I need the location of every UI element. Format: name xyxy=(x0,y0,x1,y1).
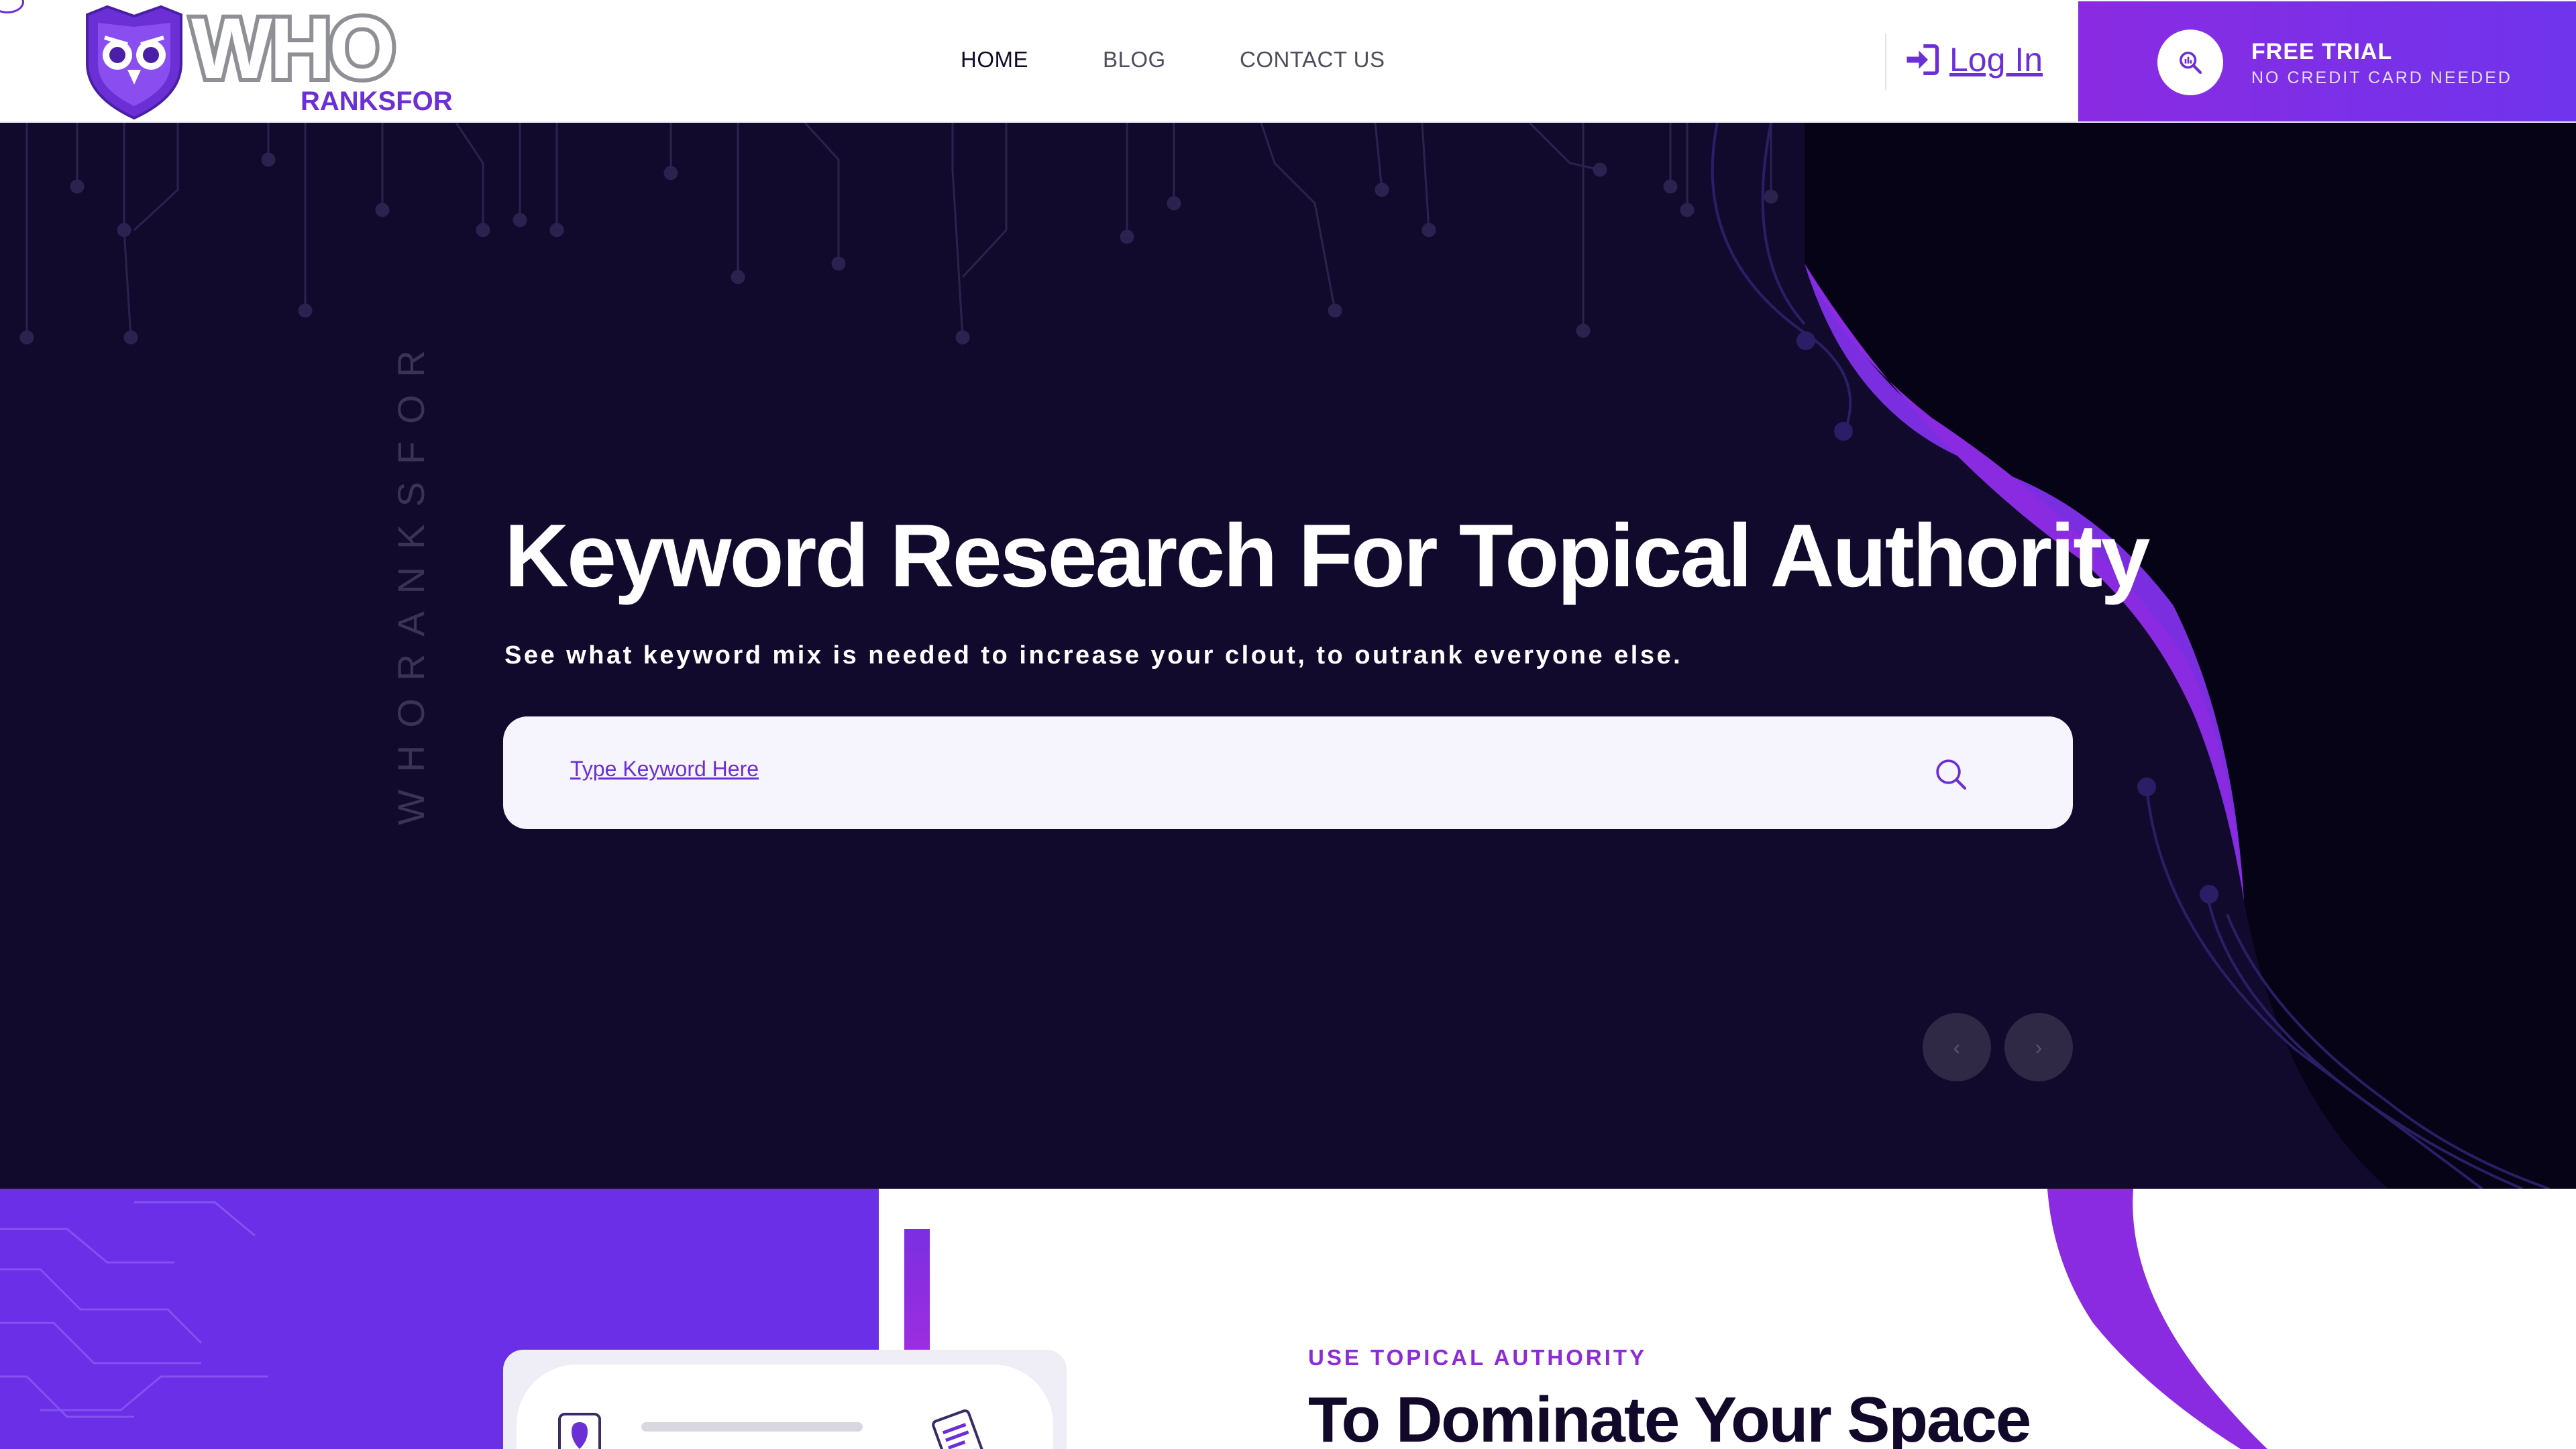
logo[interactable]: WHO WHO RANKSFOR xyxy=(80,3,476,121)
alert-badge-icon xyxy=(558,1413,601,1449)
carousel-prev-button[interactable]: ‹ xyxy=(1923,1013,1991,1081)
hero-section: WHORANKSFOR Keyword Research For Topical… xyxy=(0,123,2576,1189)
trial-subtitle: NO CREDIT CARD NEEDED xyxy=(2251,68,2512,87)
section-eyebrow: USE TOPICAL AUTHORITY xyxy=(1308,1345,1648,1370)
svg-text:WHO: WHO xyxy=(191,3,393,97)
illustration-card xyxy=(503,1350,1067,1449)
login-link[interactable]: Log In xyxy=(1904,40,2043,79)
carousel-next-button[interactable]: › xyxy=(2004,1013,2073,1081)
logo-subtext: RANKSFOR xyxy=(301,87,453,116)
document-pencil-icon xyxy=(932,1409,984,1449)
nav-divider xyxy=(1885,34,1886,90)
nav-item-blog[interactable]: BLOG xyxy=(1103,47,1166,72)
magnifier-chart-icon xyxy=(2180,52,2202,74)
hero-subtitle: See what keyword mix is needed to increa… xyxy=(504,641,1683,669)
login-label[interactable]: Log In xyxy=(1949,40,2043,79)
illustration-card-inner xyxy=(517,1364,1053,1449)
corner-ring-decoration xyxy=(0,0,24,13)
trial-title: FREE TRIAL xyxy=(2251,39,2393,64)
trial-icon-circle xyxy=(2157,30,2223,95)
accent-bar xyxy=(904,1229,930,1350)
owl-shield-icon xyxy=(86,5,182,120)
search-icon[interactable] xyxy=(1932,755,1970,793)
chevron-right-icon: › xyxy=(2035,1034,2043,1059)
section-title: To Dominate Your Space xyxy=(1308,1384,2031,1449)
hero-title: Keyword Research For Topical Authority xyxy=(504,506,2150,606)
site-header: WHO WHO RANKSFOR HOME BLOG CONTACT US Lo… xyxy=(0,0,2576,123)
free-trial-button[interactable]: FREE TRIAL NO CREDIT CARD NEEDED xyxy=(2078,1,2576,121)
login-icon xyxy=(1907,44,1939,75)
nav-item-contact-us[interactable]: CONTACT US xyxy=(1240,47,1385,72)
chevron-left-icon: ‹ xyxy=(1953,1034,1961,1059)
lower-wave-decoration xyxy=(2047,1189,2267,1449)
nav-item-home[interactable]: HOME xyxy=(961,47,1028,72)
keyword-search-input[interactable]: Type Keyword Here xyxy=(570,757,759,782)
vertical-brand-text: WHORANKSFOR xyxy=(390,333,432,825)
placeholder-bar xyxy=(641,1422,863,1432)
topical-authority-section: USE TOPICAL AUTHORITY To Dominate Your S… xyxy=(0,1189,2576,1449)
keyword-search-box[interactable]: Type Keyword Here xyxy=(503,716,2073,829)
